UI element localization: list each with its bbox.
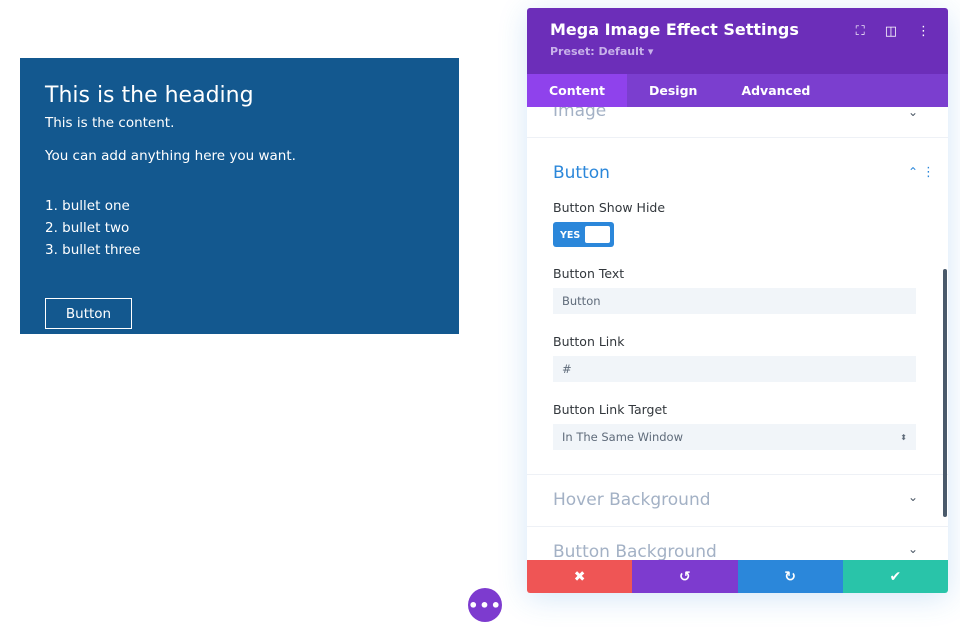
link-target-label: Button Link Target [553, 402, 668, 417]
section-options-icon[interactable]: ⋮ [922, 165, 935, 180]
bullet-list: 1. bullet one 2. bullet two 3. bullet th… [45, 195, 434, 261]
section-button: Button ⌃ ⋮ Button Show Hide YES Button T… [527, 138, 948, 475]
show-hide-toggle[interactable]: YES [553, 222, 614, 247]
show-hide-label: Button Show Hide [553, 200, 666, 215]
preset-dropdown[interactable]: Preset: Default ▾ [550, 45, 925, 58]
toggle-label: YES [560, 230, 581, 241]
chevron-down-icon[interactable]: ⌄ [908, 107, 918, 119]
button-link-label: Button Link [553, 334, 625, 349]
close-icon: ✖ [573, 568, 586, 585]
tab-advanced[interactable]: Advanced [719, 74, 832, 107]
fullscreen-icon[interactable]: ⛶ [856, 24, 865, 39]
button-text-label: Button Text [553, 266, 625, 281]
panel-header: Mega Image Effect Settings Preset: Defau… [527, 8, 948, 74]
more-options-icon[interactable]: ⋮ [917, 24, 930, 39]
section-title: Hover Background [553, 490, 711, 510]
redo-icon: ↻ [784, 568, 796, 585]
check-icon: ✔ [889, 568, 902, 585]
module-content-2: You can add anything here you want. [45, 148, 296, 164]
undo-button[interactable]: ↺ [632, 560, 738, 593]
save-button[interactable]: ✔ [842, 560, 948, 593]
undo-icon: ↺ [679, 568, 691, 585]
section-button-background[interactable]: Button Background ⌄ [527, 527, 948, 560]
select-arrows-icon: ⬍ [900, 432, 907, 442]
module-heading: This is the heading [45, 83, 254, 108]
section-title: Image [553, 107, 607, 121]
button-link-input[interactable]: # [553, 356, 916, 382]
sidebar-layout-icon[interactable]: ◫ [885, 24, 897, 39]
chevron-down-icon[interactable]: ⌄ [908, 490, 918, 504]
ellipsis-icon: ••• [468, 595, 502, 615]
text-module[interactable]: This is the heading This is the content.… [20, 58, 459, 334]
list-item: 2. bullet two [45, 220, 130, 236]
panel-body: Image ⌄ Button ⌃ ⋮ Button Show Hide YES … [527, 107, 948, 560]
settings-panel: Mega Image Effect Settings Preset: Defau… [527, 8, 948, 593]
panel-tabs: Content Design Advanced [527, 74, 948, 107]
scrollbar[interactable] [943, 269, 947, 517]
redo-button[interactable]: ↻ [737, 560, 843, 593]
chevron-up-icon[interactable]: ⌃ [908, 165, 918, 179]
cancel-button[interactable]: ✖ [527, 560, 633, 593]
tab-design[interactable]: Design [627, 74, 719, 107]
section-hover-background[interactable]: Hover Background ⌄ [527, 475, 948, 527]
tab-content[interactable]: Content [527, 74, 627, 107]
list-item: 3. bullet three [45, 242, 141, 258]
button-text-input[interactable]: Button [553, 288, 916, 314]
list-item: 1. bullet one [45, 198, 130, 214]
panel-footer: ✖ ↺ ↻ ✔ [527, 560, 948, 593]
section-title[interactable]: Button [553, 163, 610, 183]
chevron-down-icon[interactable]: ⌄ [908, 542, 918, 556]
section-image[interactable]: Image ⌄ [527, 107, 948, 138]
select-value: In The Same Window [562, 430, 684, 444]
module-button[interactable]: Button [45, 298, 132, 329]
link-target-select[interactable]: In The Same Window ⬍ [553, 424, 916, 450]
section-title: Button Background [553, 542, 717, 560]
module-content: This is the content. [45, 115, 175, 131]
more-options-button[interactable]: ••• [468, 588, 502, 622]
